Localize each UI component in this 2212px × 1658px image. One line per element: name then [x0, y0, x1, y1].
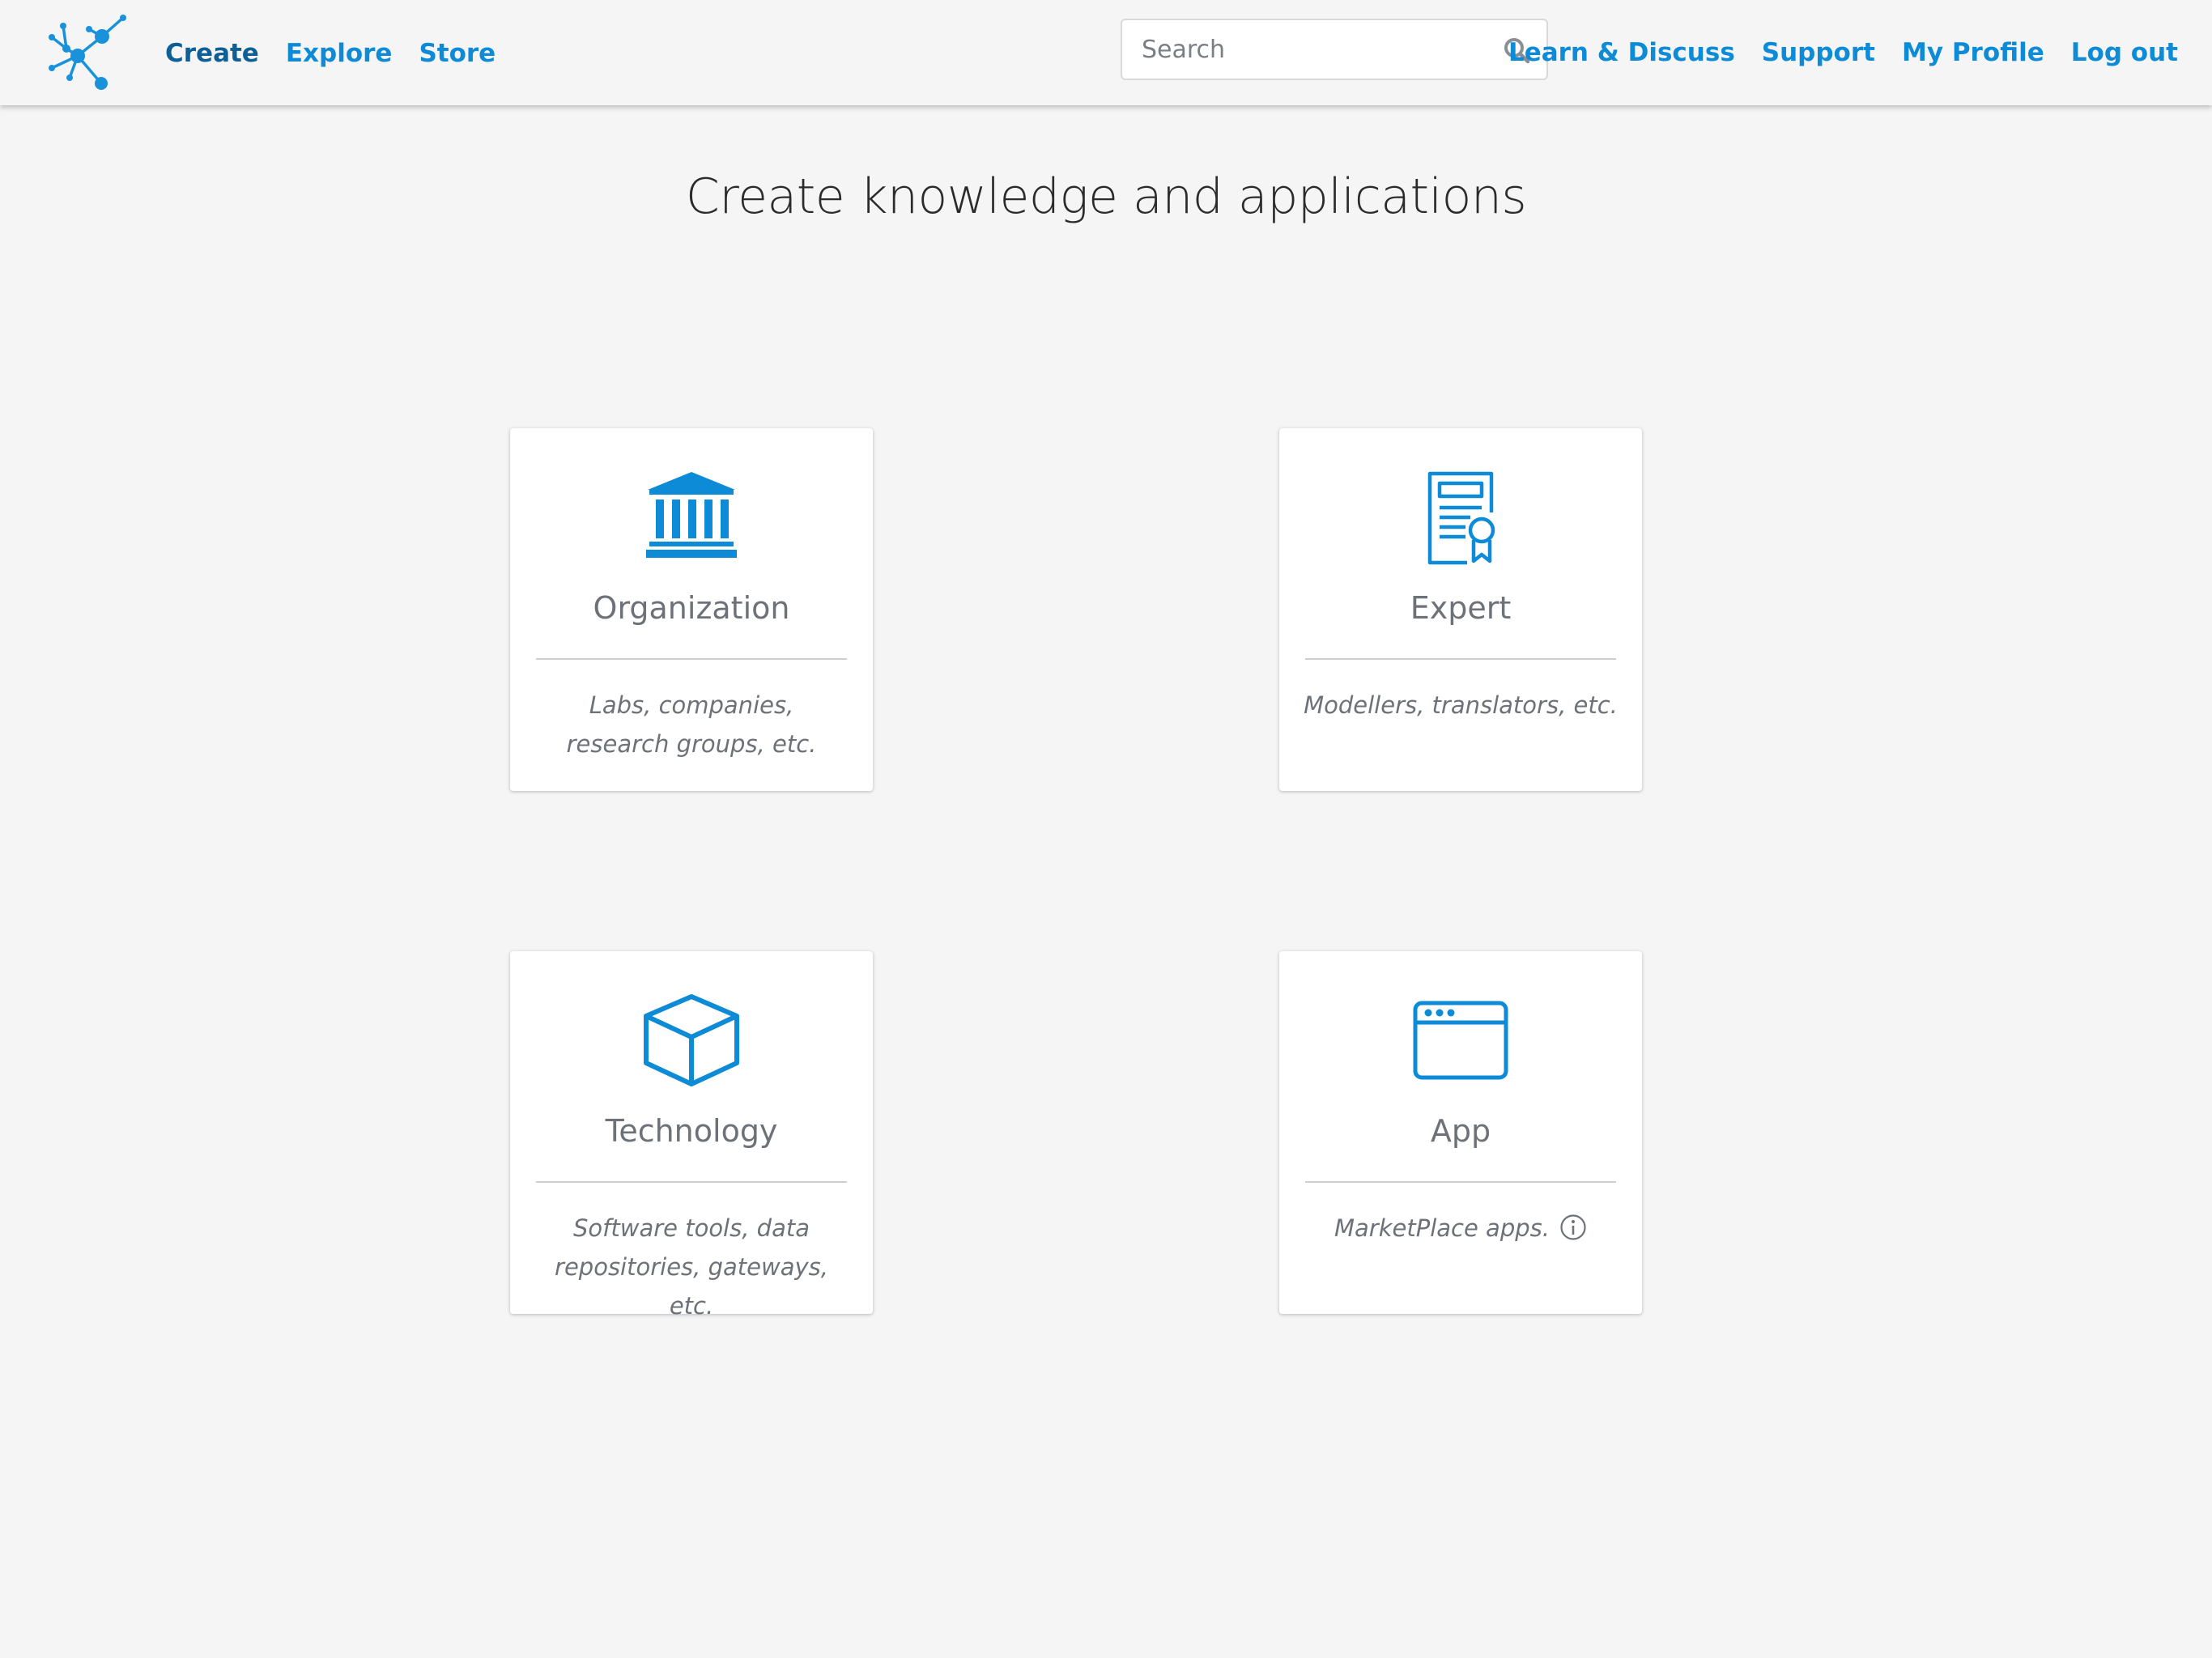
nav-my-profile-link[interactable]: My Profile [1902, 38, 2044, 67]
primary-nav: Create Explore Store [165, 0, 496, 107]
card-title: Organization [593, 590, 790, 626]
card-divider [536, 1181, 847, 1183]
card-title: App [1430, 1113, 1491, 1149]
top-navbar: Create Explore Store Learn & Discuss Sup… [0, 0, 2212, 105]
card-description: Software tools, data repositories, gatew… [555, 1214, 828, 1320]
nav-explore-link[interactable]: Explore [286, 39, 393, 68]
card-divider [536, 658, 847, 660]
secondary-nav: Learn & Discuss Support My Profile Log o… [1508, 0, 2178, 105]
info-icon[interactable] [1559, 1214, 1587, 1241]
card-description-text: MarketPlace apps. [1334, 1214, 1550, 1242]
search-input[interactable] [1122, 20, 1478, 79]
nav-store-link[interactable]: Store [419, 39, 496, 68]
nav-support-link[interactable]: Support [1762, 38, 1875, 67]
card-expert[interactable]: Expert Modellers, translators, etc. [1279, 428, 1642, 791]
institution-building-icon [646, 472, 737, 558]
certificate-document-icon [1427, 471, 1495, 565]
browser-window-icon [1413, 1001, 1508, 1080]
page-title: Create knowledge and applications [685, 168, 1527, 225]
card-divider [1305, 658, 1616, 660]
nav-log-out-link[interactable]: Log out [2071, 38, 2178, 67]
cube-icon [644, 994, 739, 1086]
card-description: Labs, companies, research groups, etc. [566, 691, 817, 758]
card-title: Expert [1410, 590, 1512, 626]
card-app[interactable]: App MarketPlace apps. [1279, 951, 1642, 1314]
nav-create-link[interactable]: Create [165, 39, 259, 68]
card-description: MarketPlace apps. [1304, 1209, 1618, 1248]
nav-learn-discuss-link[interactable]: Learn & Discuss [1508, 38, 1735, 67]
card-description: Modellers, translators, etc. [1304, 691, 1618, 719]
card-divider [1305, 1181, 1616, 1183]
search-box [1121, 19, 1548, 80]
app-root: Create Explore Store Learn & Discuss Sup… [0, 0, 2212, 1658]
molecule-network-logo-icon[interactable] [42, 13, 130, 92]
card-technology[interactable]: Technology Software tools, data reposito… [510, 951, 873, 1320]
card-organization[interactable]: Organization Labs, companies, research g… [510, 428, 873, 791]
card-title: Technology [605, 1113, 778, 1149]
